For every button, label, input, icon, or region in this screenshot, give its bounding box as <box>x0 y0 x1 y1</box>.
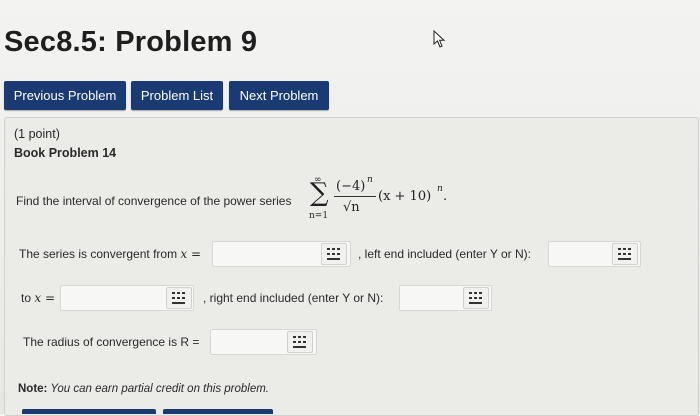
equation-editor-icon[interactable] <box>166 287 192 309</box>
numerator-exponent: n <box>367 175 373 185</box>
page-title: Sec8.5: Problem 9 <box>4 26 258 58</box>
sum-lower-limit: n=1 <box>309 211 329 221</box>
points-label: (1 point) <box>14 127 60 141</box>
series-factor: (x + 10) <box>378 189 432 204</box>
left-end-included-label: , left end included (enter Y or N): <box>358 247 531 261</box>
fraction-bar <box>334 196 376 197</box>
factor-exponent: n <box>437 184 443 194</box>
preview-button[interactable] <box>163 409 273 414</box>
convergent-from-label: The series is convergent from x = <box>19 247 202 261</box>
submit-button[interactable] <box>22 409 156 414</box>
series-denominator: √n <box>343 200 360 215</box>
series-end-period: . <box>443 189 448 204</box>
right-end-included-label: , right end included (enter Y or N): <box>203 291 384 305</box>
sigma-symbol: ∑ <box>310 178 329 208</box>
partial-credit-note: Note: You can earn partial credit on thi… <box>18 383 270 395</box>
equation-editor-icon[interactable] <box>321 243 347 265</box>
book-problem-label: Book Problem 14 <box>14 146 117 160</box>
previous-problem-button[interactable]: Previous Problem <box>4 81 126 110</box>
radius-label: The radius of convergence is R = <box>23 335 200 349</box>
convergent-to-label: to x = <box>21 291 55 305</box>
mouse-cursor-icon <box>433 29 447 53</box>
equation-editor-icon[interactable] <box>612 243 638 265</box>
problem-prompt: Find the interval of convergence of the … <box>16 194 292 208</box>
next-problem-button[interactable]: Next Problem <box>229 81 329 110</box>
series-numerator: (−4) <box>336 179 366 194</box>
equation-editor-icon[interactable] <box>287 331 313 353</box>
equation-editor-icon[interactable] <box>463 287 489 309</box>
problem-list-button[interactable]: Problem List <box>131 81 223 110</box>
